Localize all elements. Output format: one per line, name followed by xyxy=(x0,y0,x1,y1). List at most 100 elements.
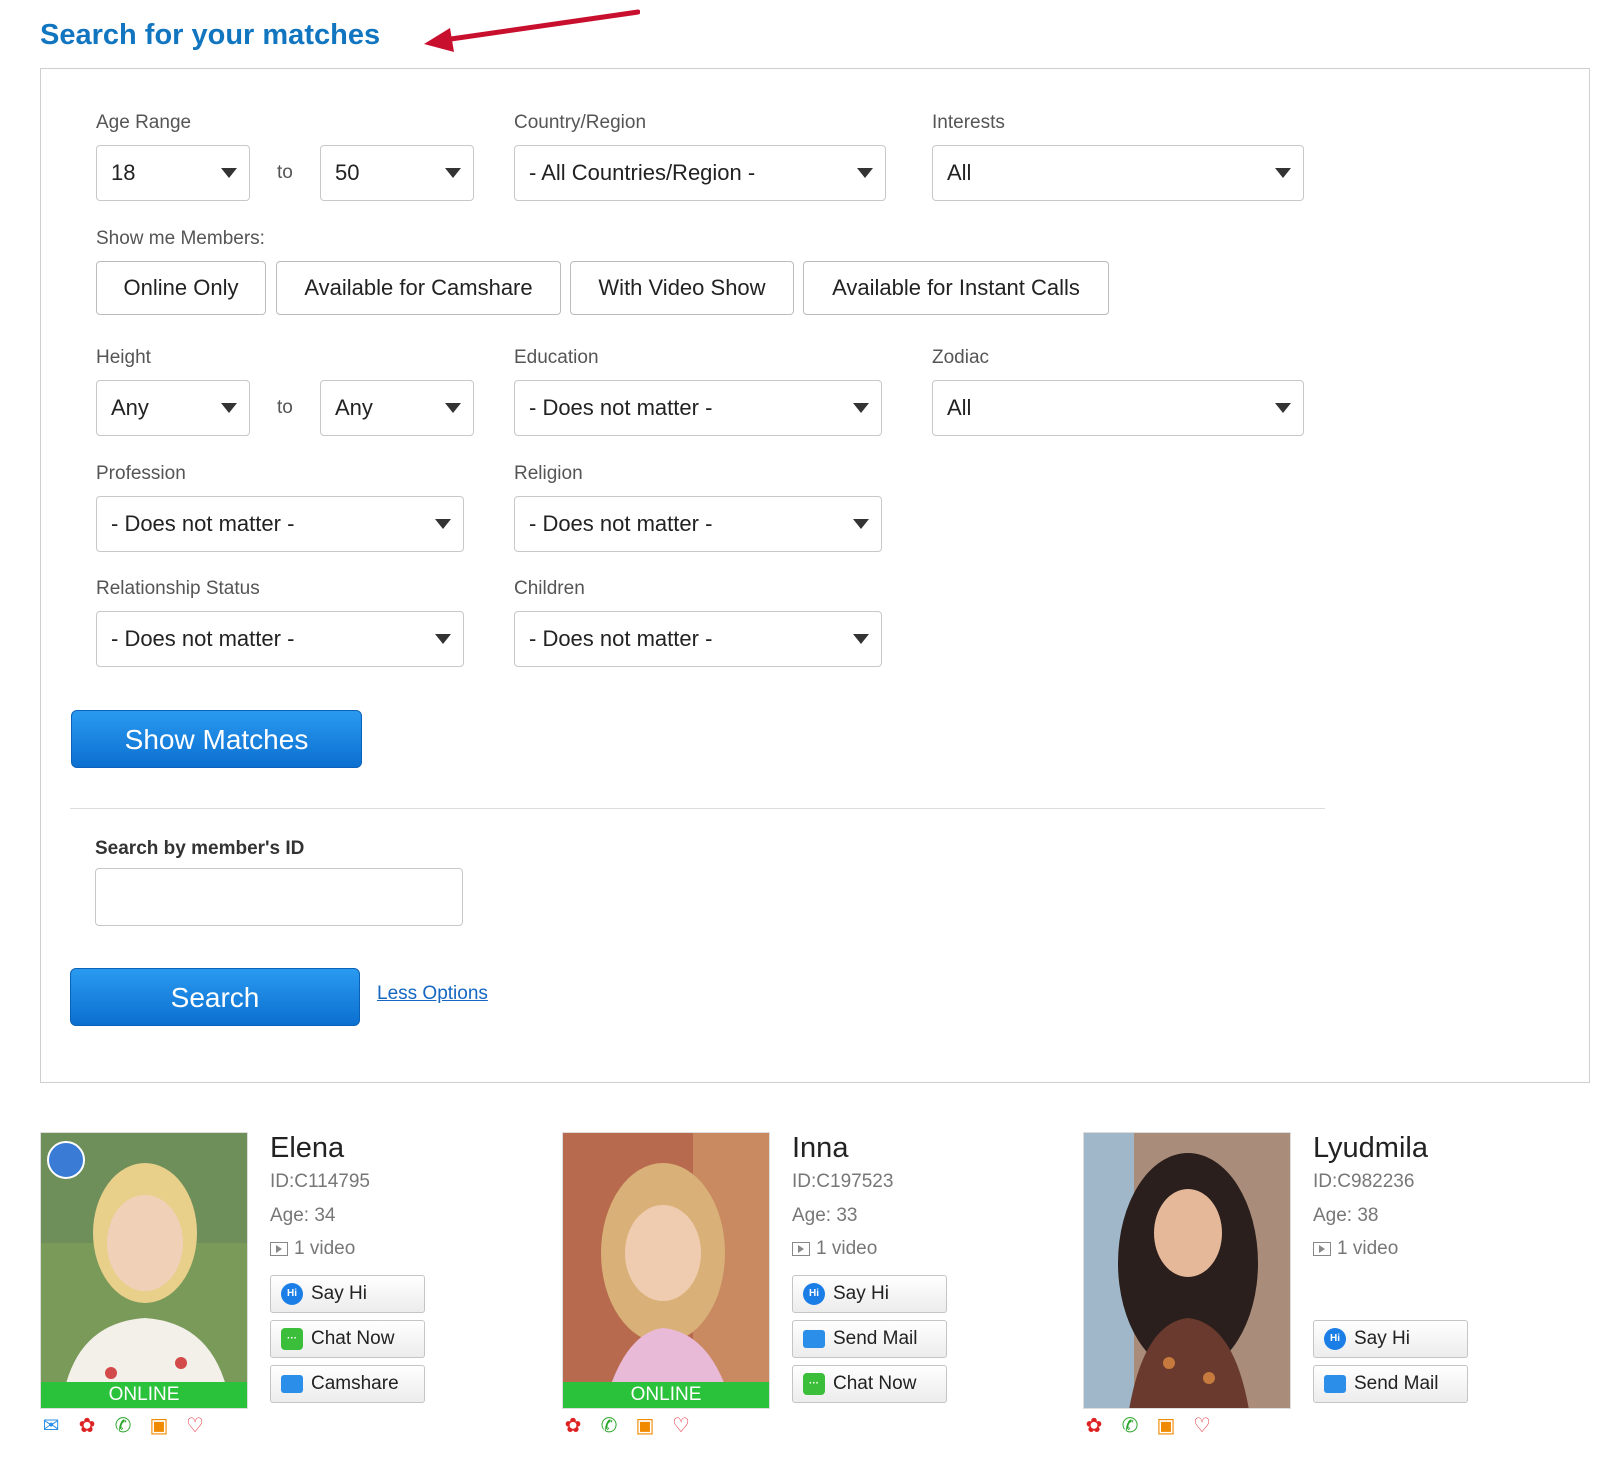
profession-select[interactable]: - Does not matter - xyxy=(96,496,464,552)
member-age: Age: 33 xyxy=(792,1205,858,1226)
say-hi-button[interactable]: Hi Say Hi xyxy=(792,1275,947,1313)
camshare-icon xyxy=(281,1375,303,1393)
toggle-instant-calls[interactable]: Available for Instant Calls xyxy=(803,261,1109,315)
member-name[interactable]: Elena xyxy=(270,1130,344,1166)
age-to-value: 50 xyxy=(335,160,360,185)
height-to-value: Any xyxy=(335,395,373,420)
video-icon xyxy=(792,1242,810,1256)
age-range-label: Age Range xyxy=(96,112,192,133)
religion-select[interactable]: - Does not matter - xyxy=(514,496,882,552)
phone-icon[interactable]: ✆ xyxy=(598,1414,620,1438)
mail-icon xyxy=(1324,1375,1346,1393)
profession-label: Profession xyxy=(96,463,186,484)
chevron-down-icon xyxy=(1275,168,1291,178)
relationship-select[interactable]: - Does not matter - xyxy=(96,611,464,667)
video-count-label: 1 video xyxy=(816,1238,878,1259)
camshare-label: Camshare xyxy=(311,1373,399,1394)
gift-icon[interactable]: ▣ xyxy=(634,1414,656,1438)
video-count-label: 1 video xyxy=(1337,1238,1399,1259)
say-hi-button[interactable]: Hi Say Hi xyxy=(1313,1320,1468,1358)
member-name[interactable]: Inna xyxy=(792,1130,848,1166)
member-action-icons: ✿ ✆ ▣ ♡ xyxy=(562,1414,692,1438)
interests-value: All xyxy=(947,160,972,185)
member-id-input[interactable] xyxy=(95,868,463,926)
country-value: - All Countries/Region - xyxy=(529,160,756,185)
gift-icon[interactable]: ▣ xyxy=(148,1414,170,1438)
phone-icon[interactable]: ✆ xyxy=(1119,1414,1141,1438)
say-hi-button[interactable]: Hi Say Hi xyxy=(270,1275,425,1313)
member-id: ID:C197523 xyxy=(792,1171,894,1192)
say-hi-icon: Hi xyxy=(803,1283,825,1305)
religion-value: - Does not matter - xyxy=(529,511,713,536)
send-mail-button[interactable]: Send Mail xyxy=(1313,1365,1468,1403)
chevron-down-icon xyxy=(853,403,869,413)
show-matches-button[interactable]: Show Matches xyxy=(71,710,362,768)
video-icon xyxy=(270,1242,288,1256)
member-photo[interactable] xyxy=(1083,1132,1291,1409)
webcam-icon xyxy=(47,1141,85,1179)
video-count-label: 1 video xyxy=(294,1238,356,1259)
member-action-icons: ✉ ✿ ✆ ▣ ♡ xyxy=(40,1414,206,1438)
zodiac-select[interactable]: All xyxy=(932,380,1304,436)
member-age: Age: 38 xyxy=(1313,1205,1379,1226)
chat-now-label: Chat Now xyxy=(833,1373,917,1394)
chat-icon: ··· xyxy=(803,1373,825,1395)
member-video-count[interactable]: 1 video xyxy=(1313,1237,1398,1261)
rose-icon[interactable]: ✿ xyxy=(1083,1414,1105,1438)
mail-icon[interactable]: ✉ xyxy=(40,1414,62,1438)
page-title: Search for your matches xyxy=(40,19,381,51)
member-video-count[interactable]: 1 video xyxy=(792,1237,877,1261)
phone-icon[interactable]: ✆ xyxy=(112,1414,134,1438)
height-label: Height xyxy=(96,347,151,368)
education-label: Education xyxy=(514,347,599,368)
heart-plus-icon[interactable]: ♡ xyxy=(1191,1414,1213,1438)
chat-icon: ··· xyxy=(281,1328,303,1350)
heart-plus-icon[interactable]: ♡ xyxy=(670,1414,692,1438)
send-mail-button[interactable]: Send Mail xyxy=(792,1320,947,1358)
children-select[interactable]: - Does not matter - xyxy=(514,611,882,667)
relationship-value: - Does not matter - xyxy=(111,626,295,651)
member-id: ID:C114795 xyxy=(270,1171,370,1192)
rose-icon[interactable]: ✿ xyxy=(562,1414,584,1438)
education-select[interactable]: - Does not matter - xyxy=(514,380,882,436)
toggle-video-show[interactable]: With Video Show xyxy=(570,261,794,315)
online-badge: ONLINE xyxy=(563,1382,769,1408)
divider xyxy=(70,808,1325,809)
member-age: Age: 34 xyxy=(270,1205,336,1226)
member-photo-image xyxy=(563,1133,769,1408)
age-to-label: to xyxy=(277,162,293,183)
say-hi-label: Say Hi xyxy=(311,1283,367,1304)
say-hi-label: Say Hi xyxy=(1354,1328,1410,1349)
say-hi-icon: Hi xyxy=(1324,1328,1346,1350)
height-to-select[interactable]: Any xyxy=(320,380,474,436)
online-badge: ONLINE xyxy=(41,1382,247,1408)
interests-select[interactable]: All xyxy=(932,145,1304,201)
height-from-select[interactable]: Any xyxy=(96,380,250,436)
age-from-select[interactable]: 18 xyxy=(96,145,250,201)
send-mail-label: Send Mail xyxy=(833,1328,918,1349)
gift-icon[interactable]: ▣ xyxy=(1155,1414,1177,1438)
less-options-link[interactable]: Less Options xyxy=(377,983,488,1005)
search-button[interactable]: Search xyxy=(70,968,360,1026)
chevron-down-icon xyxy=(435,634,451,644)
country-select[interactable]: - All Countries/Region - xyxy=(514,145,886,201)
religion-label: Religion xyxy=(514,463,583,484)
age-from-value: 18 xyxy=(111,160,136,185)
country-label: Country/Region xyxy=(514,112,647,133)
chat-now-button[interactable]: ··· Chat Now xyxy=(792,1365,947,1403)
search-id-label: Search by member's ID xyxy=(95,838,305,859)
chat-now-button[interactable]: ··· Chat Now xyxy=(270,1320,425,1358)
member-photo[interactable]: ONLINE xyxy=(562,1132,770,1409)
rose-icon[interactable]: ✿ xyxy=(76,1414,98,1438)
camshare-button[interactable]: Camshare xyxy=(270,1365,425,1403)
chevron-down-icon xyxy=(1275,403,1291,413)
age-to-select[interactable]: 50 xyxy=(320,145,474,201)
heart-plus-icon[interactable]: ♡ xyxy=(184,1414,206,1438)
chevron-down-icon xyxy=(221,168,237,178)
member-video-count[interactable]: 1 video xyxy=(270,1237,355,1261)
toggle-online-only[interactable]: Online Only xyxy=(96,261,266,315)
member-name[interactable]: Lyudmila xyxy=(1313,1130,1428,1166)
member-photo[interactable]: ONLINE xyxy=(40,1132,248,1409)
chevron-down-icon xyxy=(853,519,869,529)
toggle-camshare[interactable]: Available for Camshare xyxy=(276,261,561,315)
